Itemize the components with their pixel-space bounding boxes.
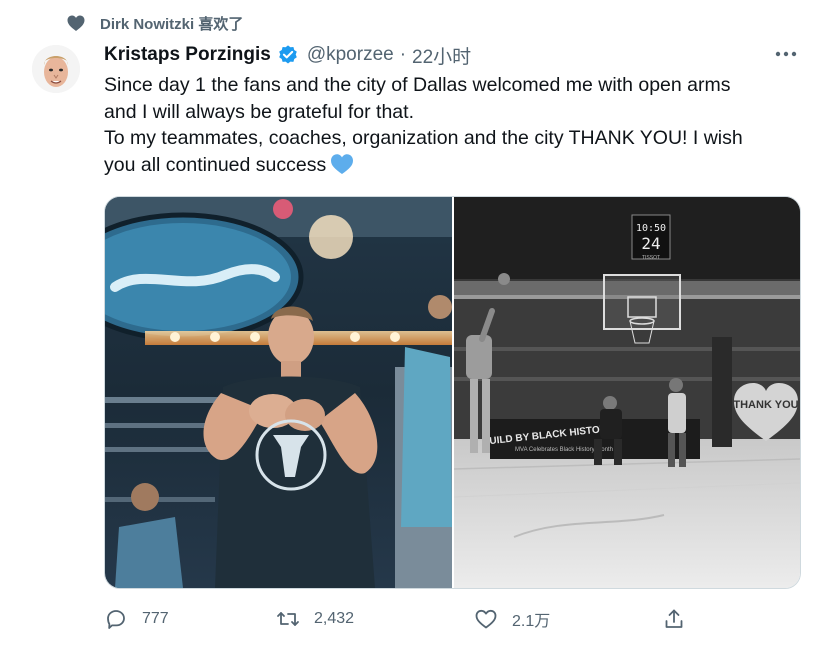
retweet-count: 2,432: [314, 610, 355, 627]
more-options-icon: [775, 51, 797, 57]
tweet-text-line: you all continued success: [104, 152, 804, 179]
like-count: 2.1万: [512, 613, 551, 630]
reply-count: 777: [142, 610, 169, 627]
like-button[interactable]: 2.1万: [474, 604, 550, 634]
shot-clock-brand: TISSOT: [642, 255, 660, 261]
author-name[interactable]: Kristaps Porzingis: [104, 44, 271, 66]
reply-icon: [107, 610, 125, 629]
shot-clock-count: 24: [641, 234, 660, 253]
tweet-header: Kristaps Porzingis @kporzee · 22小时: [104, 40, 471, 70]
tweet-text-line: and I will always be grateful for that.: [104, 100, 414, 123]
separator-dot: ·: [399, 44, 407, 65]
avatar-image: [32, 45, 80, 93]
photo-left[interactable]: [105, 197, 452, 588]
verified-badge-icon: [279, 45, 297, 64]
timestamp[interactable]: 22小时: [412, 42, 471, 69]
photo-left-image: [105, 197, 452, 588]
tweet-text-line: Since day 1 the fans and the city of Dal…: [104, 74, 731, 96]
tweet-text: Since day 1 the fans and the city of Dal…: [104, 72, 804, 179]
reply-button[interactable]: 777: [104, 604, 169, 634]
share-button[interactable]: [662, 604, 686, 634]
tweet-actions: 777 2,432 2.1万: [104, 604, 694, 634]
social-context[interactable]: Dirk Nowitzki 喜欢了: [66, 10, 243, 36]
tweet-text-line: To my teammates, coaches, organization a…: [104, 127, 743, 150]
retweet-button[interactable]: 2,432: [276, 604, 354, 634]
blue-heart-emoji: [331, 154, 354, 175]
photo-right-image: 10:50 24 TISSOT THANK YOU BUILD BY BLACK…: [453, 197, 800, 588]
share-icon: [665, 609, 683, 628]
shot-clock-time: 10:50: [636, 223, 666, 234]
retweet-icon: [277, 612, 299, 626]
liked-by-text[interactable]: Dirk Nowitzki 喜欢了: [100, 13, 243, 34]
avatar[interactable]: [32, 45, 80, 93]
tweet-text-line-content: you all continued success: [104, 154, 327, 177]
heart-sign-text: THANK YOU: [733, 399, 798, 411]
author-handle[interactable]: @kporzee: [307, 44, 394, 66]
like-icon: [475, 609, 497, 629]
media-grid: 10:50 24 TISSOT THANK YOU BUILD BY BLACK…: [104, 196, 801, 589]
more-options-button[interactable]: [772, 44, 800, 64]
photo-right[interactable]: 10:50 24 TISSOT THANK YOU BUILD BY BLACK…: [453, 197, 800, 588]
heart-icon: [67, 15, 85, 31]
